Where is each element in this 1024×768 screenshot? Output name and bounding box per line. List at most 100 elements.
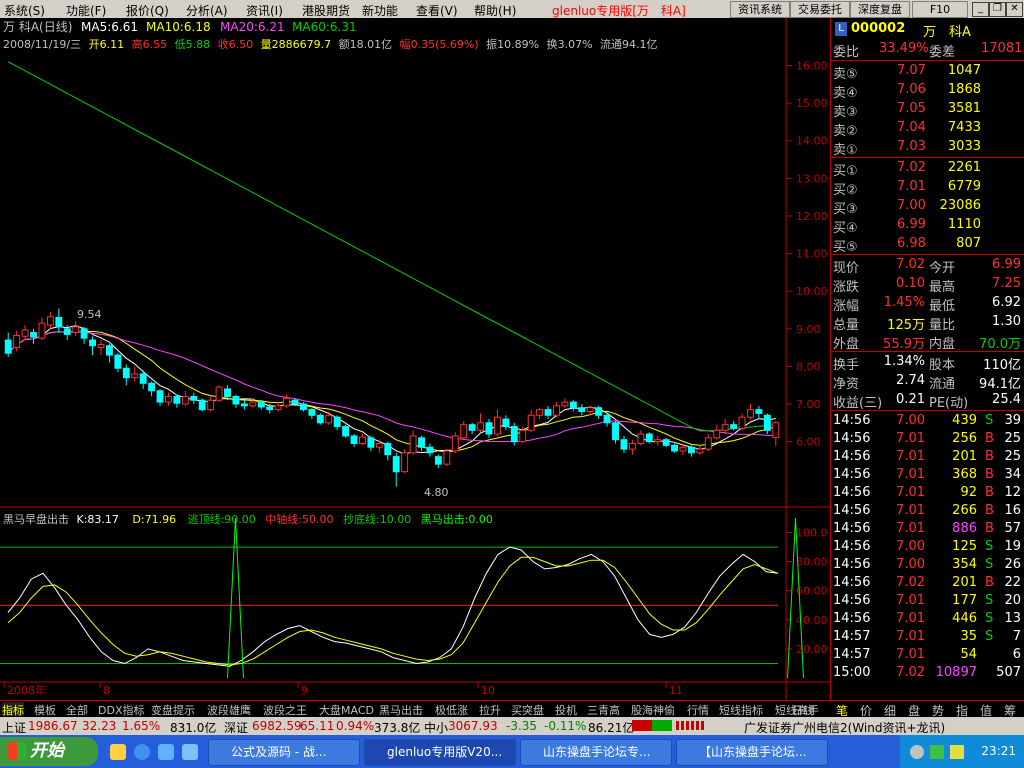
quote-label: 现价: [833, 261, 860, 276]
tick-count: 39: [1004, 413, 1021, 428]
quote-value: 7.02: [896, 257, 925, 272]
indicator-tab[interactable]: 大盘MACD: [319, 702, 374, 717]
indicator-tab[interactable]: 行情: [687, 702, 709, 717]
indicator-tab[interactable]: 波段之王: [263, 702, 307, 717]
tick-row: 14:56 7.00 125 S 19: [831, 538, 1024, 557]
restore-icon[interactable]: ❐: [989, 2, 1006, 17]
minimize-icon[interactable]: _: [972, 2, 989, 17]
menu-help[interactable]: 帮助(H): [474, 2, 516, 19]
candle-body: [738, 416, 746, 429]
stock-title-row: L 000002 万 科A: [831, 20, 1024, 40]
quote-row: 现价 7.02 今开 6.99: [831, 256, 1024, 276]
indicator-tab[interactable]: 三青高: [587, 702, 620, 717]
quote-tabs: 笔价细盘势指值筹: [830, 700, 1024, 718]
bar-amount: 额18.01亿: [339, 38, 393, 51]
zx-index: 3067.93: [448, 719, 498, 733]
indicator-tab[interactable]: 变盘提示: [151, 702, 195, 717]
indicator-tab[interactable]: 全部: [66, 702, 88, 717]
trade-button[interactable]: 交易委托: [790, 1, 850, 18]
tick-volume: 201: [952, 449, 977, 464]
task-forum-1[interactable]: 山东操盘手论坛专...: [520, 739, 672, 766]
candle-body: [620, 439, 628, 450]
tick-price: 7.01: [896, 521, 925, 536]
sh-pct: 1.65%: [122, 719, 161, 733]
tick-time: 14:56: [833, 467, 871, 482]
close-icon[interactable]: ✕: [1006, 2, 1023, 17]
tick-price: 7.00: [896, 413, 925, 428]
indicator-tab[interactable]: 拉升: [479, 702, 501, 717]
menu-new[interactable]: 新功能: [362, 2, 398, 19]
k-line: [7, 546, 779, 667]
price-tick-label: 16.00: [796, 60, 828, 73]
menu-system[interactable]: 系统(S): [4, 2, 45, 19]
indicator-tab[interactable]: 波段雄鹰: [207, 702, 251, 717]
fund-label: 换手: [833, 358, 860, 373]
indicator-tab[interactable]: DDX指标: [98, 702, 144, 717]
quote-label: 最高: [929, 280, 956, 295]
bid-price: 6.99: [897, 217, 926, 232]
quote-label: 量比: [929, 318, 956, 333]
tick-count: 34: [1004, 467, 1021, 482]
quicklaunch-icon-4[interactable]: [182, 744, 198, 760]
bid-label: 买④: [833, 221, 858, 236]
info-system-button[interactable]: 资讯系统: [730, 1, 790, 18]
menu-view[interactable]: 查看(V): [416, 2, 458, 19]
tray-app-icon[interactable]: [950, 745, 964, 759]
volume-icon[interactable]: [910, 745, 924, 759]
menu-quote[interactable]: 报价(Q): [126, 2, 169, 19]
month-label: 10: [481, 684, 495, 697]
start-button[interactable]: 开始: [0, 737, 98, 766]
system-tray: 23:21: [900, 735, 1024, 768]
fund-label: PE(动): [929, 396, 969, 411]
tick-time: 14:56: [833, 485, 871, 500]
tick-price: 7.01: [896, 593, 925, 608]
chart-area[interactable]: 万 科A(日线) MA5:6.61 MA10:6.18 MA20:6.21 MA…: [0, 18, 830, 700]
ma-lines: [7, 61, 776, 455]
quicklaunch-icon-1[interactable]: [110, 744, 126, 760]
tick-time: 14:56: [833, 449, 871, 464]
indicator-tab[interactable]: 股海神偷: [631, 702, 675, 717]
candle-body: [333, 416, 341, 428]
tick-volume: 201: [952, 575, 977, 590]
review-button[interactable]: 深度复盘: [850, 1, 910, 18]
task-formula[interactable]: 公式及源码 - 战...: [208, 739, 360, 766]
f10-button[interactable]: F10: [912, 1, 968, 18]
menu-analysis[interactable]: 分析(A): [186, 2, 228, 19]
tick-time: 14:57: [833, 629, 871, 644]
ie-icon[interactable]: [134, 744, 150, 760]
network-icon[interactable]: [930, 745, 944, 759]
indicator-tab[interactable]: 黑马出击: [379, 702, 423, 717]
ma5-line: [7, 325, 776, 455]
indicator-tab[interactable]: 极低涨: [435, 702, 468, 717]
task-forum-2[interactable]: 【山东操盘手论坛...: [676, 739, 828, 766]
tick-count: 19: [1004, 539, 1021, 554]
quote-label: 总量: [833, 318, 860, 333]
candle-body: [325, 414, 333, 424]
tick-row: 14:56 7.01 266 B 16: [831, 502, 1024, 521]
candle-body: [687, 446, 695, 454]
breadth-bar-icon: [676, 721, 706, 730]
indicator-tab[interactable]: 短线指标: [719, 702, 763, 717]
menu-info[interactable]: 资讯(I): [246, 2, 283, 19]
candle-body: [190, 395, 198, 401]
task-glenluo[interactable]: glenluo专用版V20...: [364, 739, 516, 766]
indicator-tab[interactable]: 投机: [555, 702, 577, 717]
candle-body: [198, 399, 206, 411]
indicator-tab[interactable]: 买突盘: [511, 702, 544, 717]
period-selector[interactable]: 日线: [792, 702, 814, 717]
candle-body: [721, 424, 729, 431]
bid-label: 买③: [833, 202, 858, 217]
quicklaunch-icon-3[interactable]: [158, 744, 174, 760]
indicator-tab[interactable]: 模板: [34, 702, 56, 717]
indicator-tick-label: 60.00: [796, 585, 828, 598]
indicator-header: 黑马早盘出击 K:83.17 D:71.96 逃顶线:90.00 中轴线:50.…: [3, 512, 493, 526]
candle-body: [569, 401, 577, 409]
tick-time: 14:56: [833, 539, 871, 554]
bid-row: 买① 7.02 2261: [831, 159, 1024, 179]
menu-function[interactable]: 功能(F): [66, 2, 106, 19]
ask-label: 卖⑤: [833, 67, 858, 82]
menu-hk-futures[interactable]: 港股期货: [302, 2, 350, 19]
candle-body: [232, 395, 240, 405]
candle-body: [131, 373, 139, 379]
indicator-tab[interactable]: 指标: [2, 702, 24, 717]
